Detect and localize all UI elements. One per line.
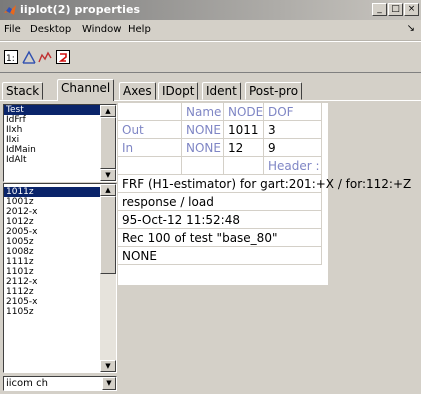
close-button[interactable]: × <box>404 3 419 16</box>
properties-window: iiplot(2) properties _ □ × File Desktop … <box>0 0 421 394</box>
list-item[interactable]: 2112-x <box>4 277 102 287</box>
minimize-button[interactable]: _ <box>372 3 387 16</box>
tab-post-pro[interactable]: Post-pro <box>245 82 303 100</box>
test-list-scrollbar[interactable]: ▲ ▼ <box>100 105 116 181</box>
list-item[interactable]: 2012-x <box>4 207 102 217</box>
triangle-plot-icon[interactable] <box>22 50 36 64</box>
scroll-down-button[interactable]: ▼ <box>100 169 116 181</box>
list-item[interactable]: 1011z <box>4 187 102 197</box>
title-bar[interactable]: iiplot(2) properties _ □ × <box>0 0 421 20</box>
list-item[interactable]: 1101z <box>4 267 102 277</box>
table-header-cell <box>118 103 182 121</box>
menu-file[interactable]: File <box>4 24 21 35</box>
tab-stack[interactable]: Stack <box>2 82 44 100</box>
row-label-in: In <box>118 139 182 157</box>
scroll-down-button[interactable]: ▼ <box>100 360 116 372</box>
chevron-down-icon[interactable]: ▼ <box>102 377 116 390</box>
list-item[interactable]: IdAlt <box>4 155 102 165</box>
table-cell <box>182 157 224 175</box>
dock-arrow-icon[interactable]: ↘ <box>407 23 415 34</box>
table-cell[interactable]: 1011 <box>224 121 264 139</box>
popup-value: iicom ch <box>6 378 48 389</box>
maximize-button[interactable]: □ <box>388 3 403 16</box>
list-item[interactable]: IIxi <box>4 135 102 145</box>
menu-desktop[interactable]: Desktop <box>30 24 71 35</box>
test-list[interactable]: Test IdFrf IIxh IIxi IdMain IdAlt ▲ ▼ <box>3 104 117 182</box>
table-cell[interactable]: 9 <box>264 139 322 157</box>
menu-window[interactable]: Window <box>82 24 121 35</box>
info-line-response: response / load <box>122 195 214 209</box>
list-item[interactable]: 1012z <box>4 217 102 227</box>
list-item[interactable]: 2105-x <box>4 297 102 307</box>
channel-list-scrollbar[interactable]: ▲ ▼ <box>100 184 116 372</box>
list-item[interactable]: IdMain <box>4 145 102 155</box>
list-item[interactable]: 1005z <box>4 237 102 247</box>
list-item[interactable]: 1105z <box>4 307 102 317</box>
red-refresh-icon[interactable] <box>56 50 70 64</box>
list-item[interactable]: 2005-x <box>4 227 102 237</box>
header-label: Header : <box>264 157 322 175</box>
list-item[interactable]: Test <box>4 105 102 115</box>
toolbar: 1: <box>0 41 421 73</box>
table-header-cell: DOF <box>264 103 322 121</box>
menu-bar: File Desktop Window Help ↘ <box>0 20 421 41</box>
tab-idopt[interactable]: IDopt <box>158 82 199 100</box>
matlab-logo-icon <box>4 5 16 15</box>
table-header-cell: Name <box>182 103 224 121</box>
list-item[interactable]: 1001z <box>4 197 102 207</box>
list-item[interactable]: 1111z <box>4 257 102 267</box>
scroll-up-button[interactable]: ▲ <box>100 105 116 117</box>
tab-ident[interactable]: Ident <box>202 82 241 100</box>
list-item[interactable]: 1008z <box>4 247 102 257</box>
table-cell[interactable]: NONE <box>182 121 224 139</box>
tab-axes[interactable]: Axes <box>119 82 156 100</box>
table-cell[interactable]: 12 <box>224 139 264 157</box>
table-cell[interactable]: NONE <box>182 139 224 157</box>
info-line-date: 95-Oct-12 11:52:48 <box>122 213 240 227</box>
list-item[interactable]: IIxh <box>4 125 102 135</box>
table-cell <box>224 157 264 175</box>
list-item[interactable]: 1112z <box>4 287 102 297</box>
scroll-up-button[interactable]: ▲ <box>100 184 116 196</box>
command-popup[interactable]: iicom ch ▼ <box>3 376 117 391</box>
channel-list[interactable]: 1011z 1001z 2012-x 1012z 2005-x 1005z 10… <box>3 183 117 373</box>
menu-help[interactable]: Help <box>128 24 151 35</box>
info-line-record: Rec 100 of test "base_80" <box>122 231 278 245</box>
line-plot-icon[interactable] <box>38 50 52 64</box>
info-line-none: NONE <box>122 249 157 263</box>
list-item[interactable]: IdFrf <box>4 115 102 125</box>
data-cursor-icon[interactable]: 1: <box>4 50 18 64</box>
table-cell <box>118 157 182 175</box>
window-title: iiplot(2) properties <box>20 3 141 16</box>
table-cell[interactable]: 3 <box>264 121 322 139</box>
scroll-thumb[interactable] <box>100 117 116 169</box>
table-header-cell: NODE <box>224 103 264 121</box>
info-line-frf: FRF (H1-estimator) for gart:201:+X / for… <box>122 177 412 191</box>
scroll-thumb[interactable] <box>100 196 116 274</box>
tab-channel[interactable]: Channel <box>57 79 115 101</box>
row-label-out: Out <box>118 121 182 139</box>
svg-text:1:: 1: <box>6 54 15 64</box>
